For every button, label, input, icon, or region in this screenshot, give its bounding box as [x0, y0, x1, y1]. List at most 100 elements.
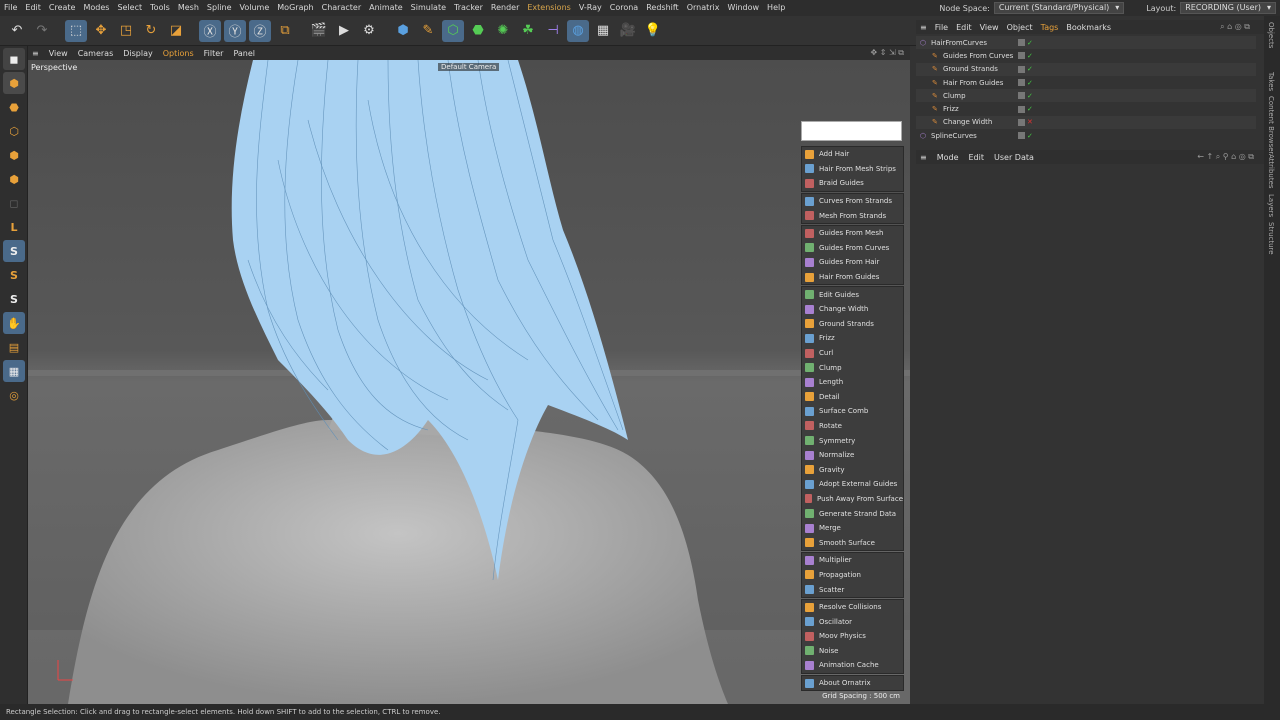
- disabled-icon[interactable]: ✕: [1027, 118, 1033, 126]
- ornatrix-menu-item[interactable]: Ground Strands: [802, 317, 903, 332]
- ornatrix-menu-item[interactable]: Braid Guides: [802, 176, 903, 191]
- ornatrix-menu-item[interactable]: Merge: [802, 521, 903, 536]
- viewport-menu-filter[interactable]: Filter: [204, 49, 224, 58]
- ornatrix-menu-item[interactable]: Guides From Mesh: [802, 226, 903, 241]
- object-name[interactable]: Clump: [943, 92, 966, 100]
- am-nav-icons[interactable]: ← ↑ ⌕ ⚲ ⌂ ◎ ⧉: [1197, 152, 1254, 162]
- ornatrix-menu-item[interactable]: Curves From Strands: [802, 194, 903, 209]
- object-list-row[interactable]: ✎ Frizz ✓: [916, 102, 1256, 115]
- ornatrix-menu-item[interactable]: Multiplier: [802, 553, 903, 568]
- ornatrix-menu-item[interactable]: Normalize: [802, 448, 903, 463]
- om-menu-view[interactable]: View: [980, 23, 999, 32]
- object-name[interactable]: HairFromCurves: [931, 39, 987, 47]
- hamburger-icon[interactable]: ≡: [920, 153, 927, 162]
- ornatrix-menu-item[interactable]: Noise: [802, 644, 903, 659]
- object-list-row[interactable]: ✎ Hair From Guides ✓: [916, 76, 1256, 89]
- y-axis-lock-icon[interactable]: Ⓨ: [224, 19, 246, 42]
- am-menu-mode[interactable]: Mode: [937, 153, 959, 162]
- rotate-tool-icon[interactable]: ↻: [140, 20, 162, 42]
- om-toolbar-icons[interactable]: ⌕ ⌂ ◎ ⧉: [1220, 22, 1250, 32]
- side-tab-objects[interactable]: Objects: [1267, 22, 1275, 48]
- viewport-menu-options[interactable]: Options: [163, 49, 194, 58]
- object-name[interactable]: Guides From Curves: [943, 52, 1013, 60]
- model-mode-icon[interactable]: ⬢: [3, 72, 25, 94]
- ornatrix-menu-item[interactable]: Frizz: [802, 331, 903, 346]
- object-name[interactable]: Change Width: [943, 118, 992, 126]
- layer-swatch[interactable]: [1018, 105, 1025, 113]
- ornatrix-menu-item[interactable]: Surface Comb: [802, 404, 903, 419]
- undo-icon[interactable]: ↶: [6, 20, 28, 42]
- enabled-checkmark-icon[interactable]: ✓: [1027, 105, 1033, 113]
- ornatrix-menu-item[interactable]: Oscillator: [802, 614, 903, 629]
- object-list-row[interactable]: ✎ Change Width ✕: [916, 115, 1256, 130]
- object-name[interactable]: Ground Strands: [943, 65, 998, 73]
- menu-edit[interactable]: Edit: [21, 0, 45, 16]
- menu-mesh[interactable]: Mesh: [174, 0, 203, 16]
- workplane-icon[interactable]: ✋: [3, 312, 25, 334]
- side-tab-attributes[interactable]: Attributes: [1267, 154, 1275, 189]
- coordinate-system-icon[interactable]: ⧉: [274, 20, 296, 42]
- menu-modes[interactable]: Modes: [79, 0, 113, 16]
- ornatrix-menu-item[interactable]: Rotate: [802, 419, 903, 434]
- layer-swatch[interactable]: [1018, 132, 1025, 140]
- enabled-checkmark-icon[interactable]: ✓: [1027, 39, 1033, 47]
- ornatrix-menu-item[interactable]: Curl: [802, 346, 903, 361]
- ornatrix-menu-item[interactable]: Guides From Curves: [802, 241, 903, 256]
- x-axis-lock-icon[interactable]: Ⓧ: [199, 19, 221, 42]
- object-list-row[interactable]: ✎ Ground Strands ✓: [916, 62, 1256, 76]
- enabled-checkmark-icon[interactable]: ✓: [1027, 52, 1033, 60]
- om-menu-edit[interactable]: Edit: [956, 23, 972, 32]
- menu-corona[interactable]: Corona: [606, 0, 642, 16]
- viewport-menu-display[interactable]: Display: [123, 49, 153, 58]
- viewport-menu-panel[interactable]: Panel: [233, 49, 255, 58]
- redo-icon[interactable]: ↷: [31, 20, 53, 42]
- am-menu-edit[interactable]: Edit: [969, 153, 985, 162]
- menu-redshift[interactable]: Redshift: [642, 0, 682, 16]
- object-name[interactable]: Frizz: [943, 105, 959, 113]
- ornatrix-menu-item[interactable]: Animation Cache: [802, 658, 903, 673]
- menu-tools[interactable]: Tools: [146, 0, 174, 16]
- object-list-row[interactable]: ✎ Clump ✓: [916, 89, 1256, 103]
- quantize-icon[interactable]: S: [3, 288, 25, 310]
- om-menu-tags[interactable]: Tags: [1041, 23, 1059, 32]
- perspective-viewport[interactable]: Perspective Default Camera Grid Spacing …: [28, 60, 910, 704]
- side-tab-content-browser[interactable]: Content Browser: [1267, 96, 1275, 154]
- menu-create[interactable]: Create: [45, 0, 80, 16]
- ornatrix-menu-item[interactable]: Edit Guides: [802, 287, 903, 302]
- ornatrix-menu-item[interactable]: Gravity: [802, 462, 903, 477]
- menu-select[interactable]: Select: [113, 0, 146, 16]
- edges-mode-icon[interactable]: ⬢: [3, 144, 25, 166]
- side-tab-layers[interactable]: Layers: [1267, 194, 1275, 217]
- selection-tool-icon[interactable]: ⬚: [65, 19, 87, 42]
- cube-primitive-icon[interactable]: ⬢: [392, 20, 414, 42]
- ornatrix-menu-item[interactable]: Length: [802, 375, 903, 390]
- ornatrix-menu-item[interactable]: Detail: [802, 390, 903, 405]
- pen-spline-icon[interactable]: ✎: [417, 20, 439, 42]
- ornatrix-menu-item[interactable]: Hair From Mesh Strips: [802, 162, 903, 177]
- menu-render[interactable]: Render: [487, 0, 523, 16]
- om-menu-bookmarks[interactable]: Bookmarks: [1066, 23, 1111, 32]
- menu-help[interactable]: Help: [763, 0, 789, 16]
- environment-icon[interactable]: ◍: [567, 19, 589, 42]
- ornatrix-menu-item[interactable]: Add Hair: [802, 147, 903, 162]
- make-editable-icon[interactable]: ◼: [3, 48, 25, 70]
- object-name[interactable]: Hair From Guides: [943, 79, 1003, 87]
- menu-volume[interactable]: Volume: [236, 0, 274, 16]
- ornatrix-menu-item[interactable]: Clump: [802, 360, 903, 375]
- menu-character[interactable]: Character: [318, 0, 366, 16]
- node-space-dropdown[interactable]: Current (Standard/Physical) ▾: [993, 2, 1125, 14]
- menu-tracker[interactable]: Tracker: [450, 0, 487, 16]
- snap-icon[interactable]: S: [3, 240, 25, 262]
- ornatrix-menu-item[interactable]: Guides From Hair: [802, 255, 903, 270]
- menu-window[interactable]: Window: [724, 0, 764, 16]
- om-menu-object[interactable]: Object: [1007, 23, 1033, 32]
- enabled-checkmark-icon[interactable]: ✓: [1027, 92, 1033, 100]
- menu-spline[interactable]: Spline: [203, 0, 236, 16]
- layout-dropdown[interactable]: RECORDING (User) ▾: [1180, 2, 1276, 14]
- viewport-nav-icons[interactable]: ✥ ⇕ ⇲ ⧉: [871, 48, 904, 58]
- menu-vray[interactable]: V-Ray: [575, 0, 606, 16]
- enabled-checkmark-icon[interactable]: ✓: [1027, 79, 1033, 87]
- menu-simulate[interactable]: Simulate: [407, 0, 450, 16]
- hamburger-icon[interactable]: ≡: [920, 23, 927, 32]
- menu-mograph[interactable]: MoGraph: [273, 0, 317, 16]
